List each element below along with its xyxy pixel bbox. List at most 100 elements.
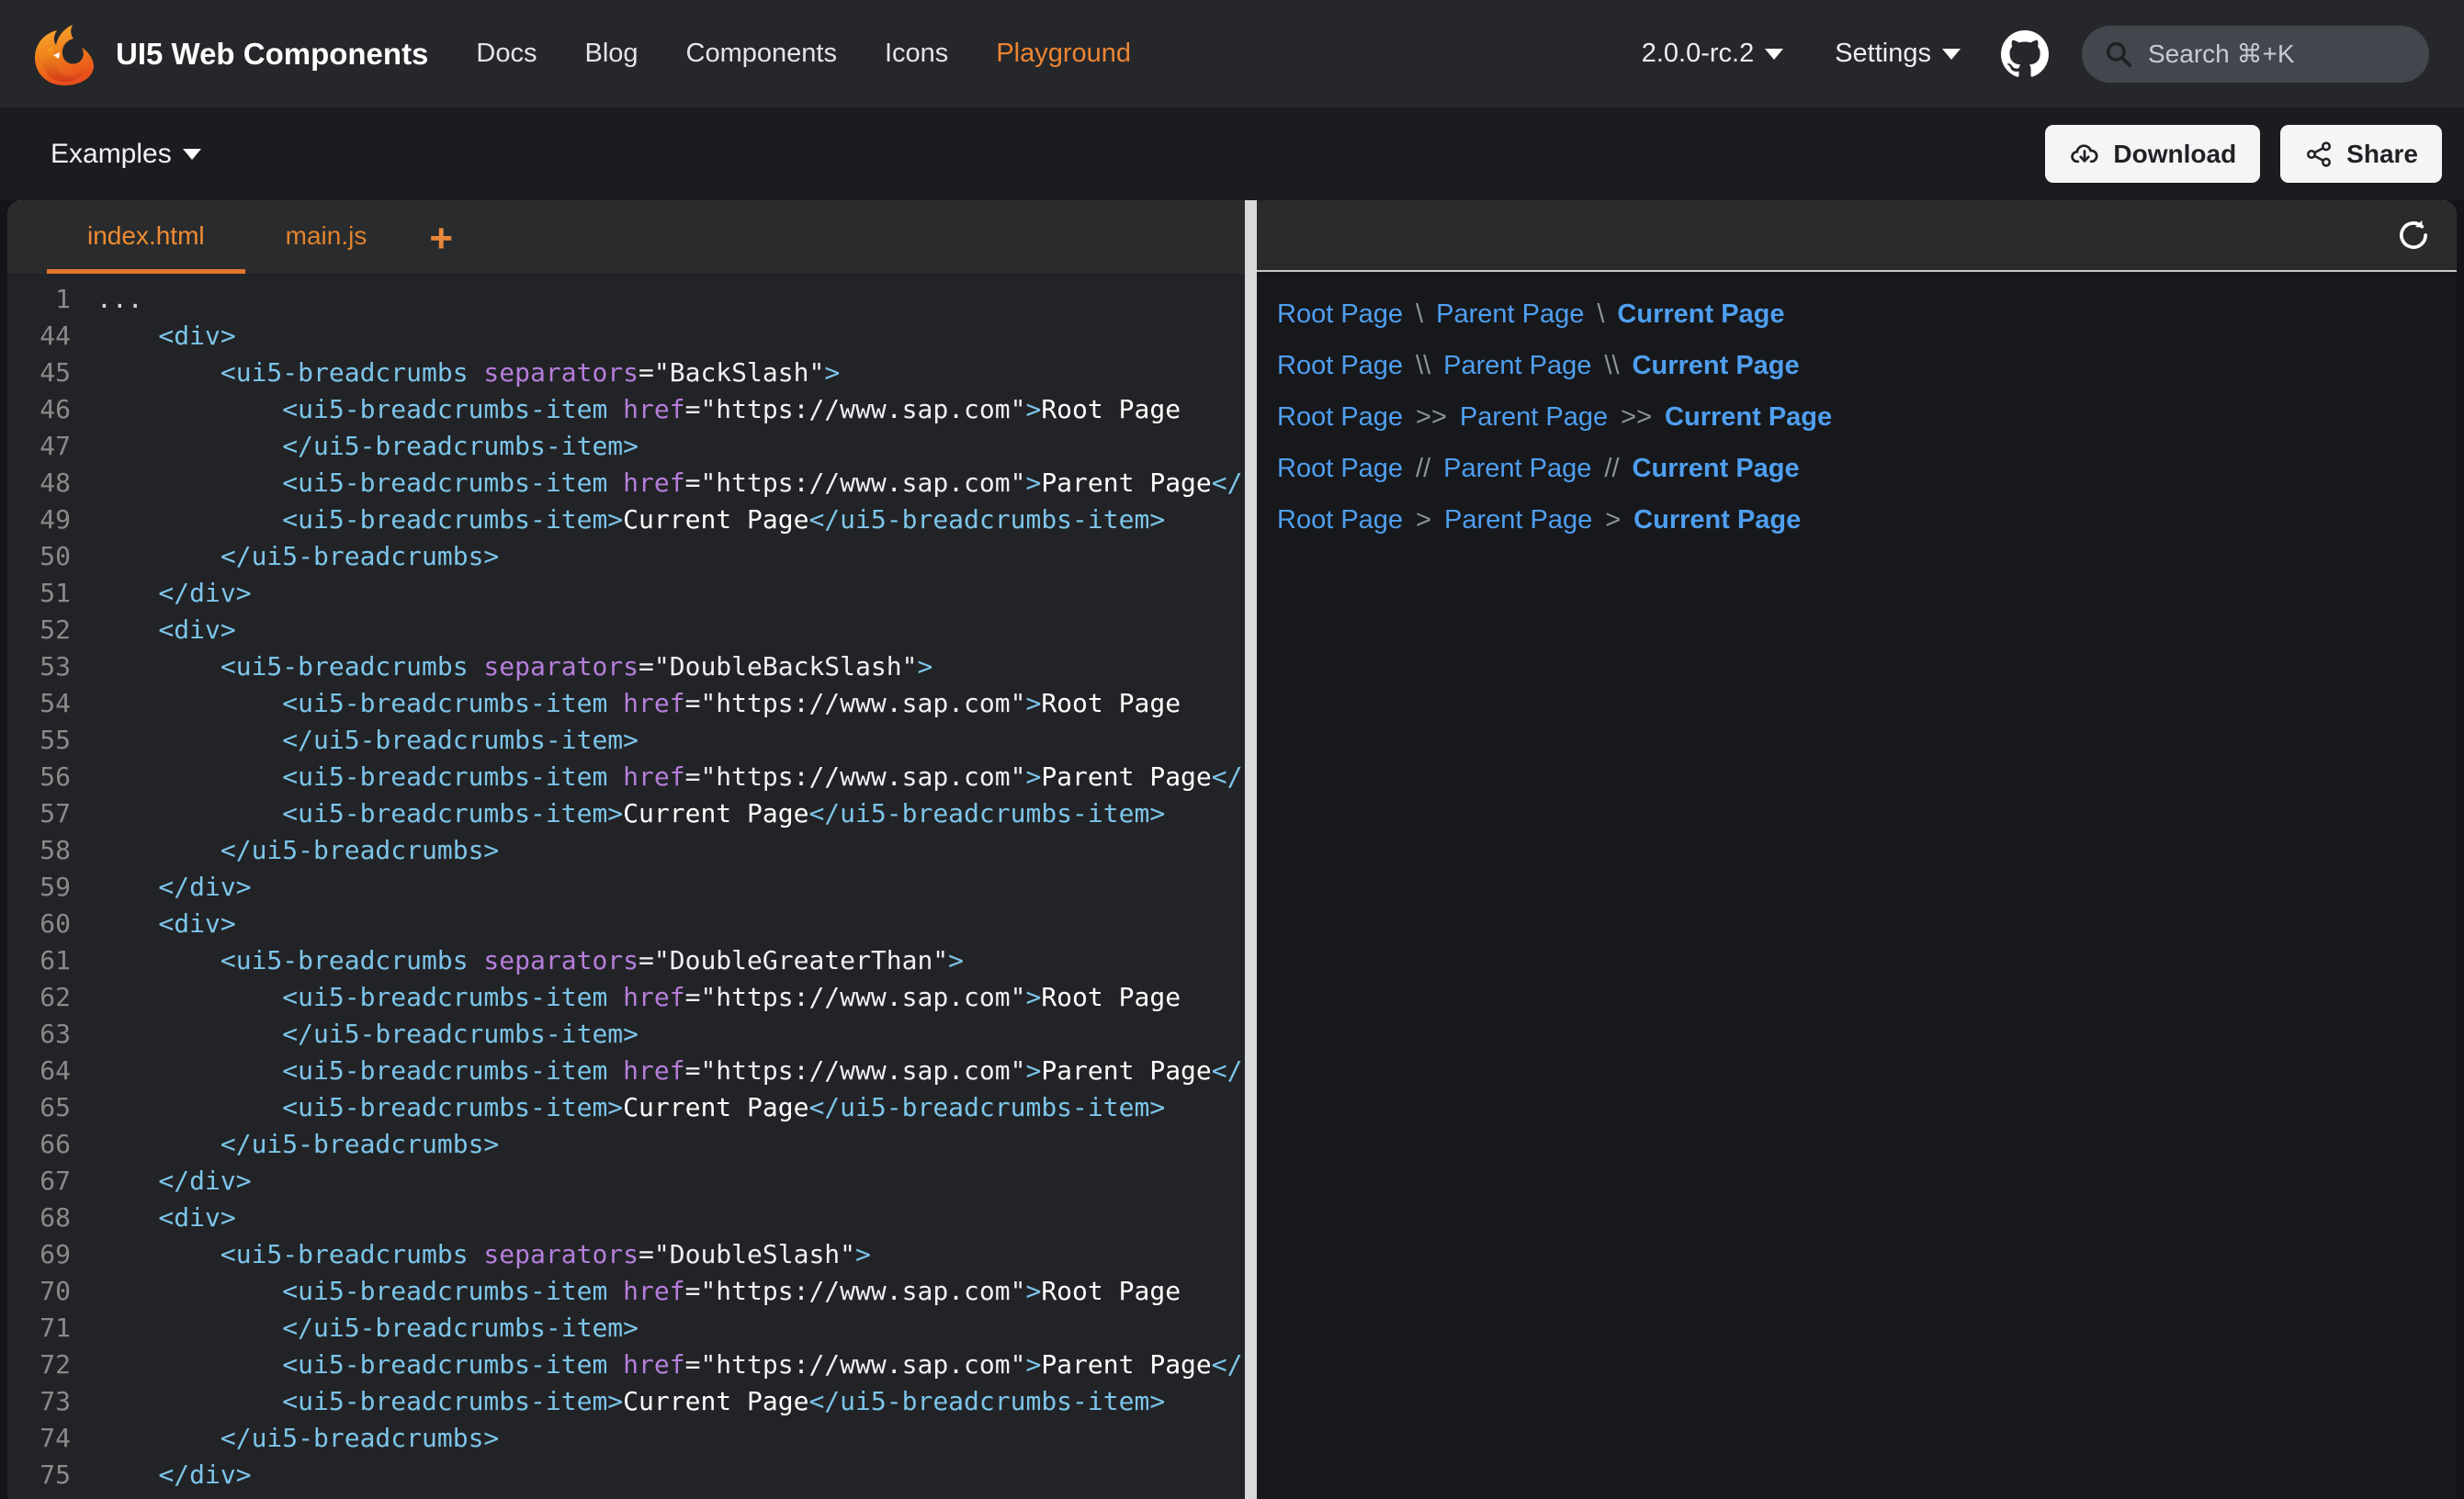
code-token-tag: </ui5-breadcrumbs-item> [1212,1349,1245,1380]
code-line: <ui5-breadcrumbs separators="BackSlash"> [96,355,1245,391]
breadcrumb-link[interactable]: Root Page [1277,454,1403,484]
code-line: </ui5-breadcrumbs> [96,832,1245,869]
code-token-tag: <ui5-breadcrumbs-item [96,394,607,424]
code-token-tag: </ui5-breadcrumbs-item> [96,725,639,755]
download-button[interactable]: Download [2045,125,2260,183]
playground-container: index.htmlmain.js+ 144454647484950515253… [7,200,2457,1499]
breadcrumb-link[interactable]: Root Page [1277,505,1403,535]
code-token-str: ="BackSlash" [639,357,824,388]
breadcrumb-link[interactable]: Parent Page [1443,351,1591,381]
nav-item-icons[interactable]: Icons [885,39,948,69]
breadcrumb-separator: >> [1416,402,1447,433]
code-token-attr: href [607,688,684,718]
line-number: 55 [7,722,71,759]
pane-splitter[interactable] [1245,200,1257,1499]
breadcrumb-separator: \\ [1604,351,1619,381]
code-token-tag: <ui5-breadcrumbs-item [96,1276,607,1306]
code-token-str: ="https://www.sap.com" [685,468,1026,498]
code-editor[interactable]: 1444546474849505152535455565758596061626… [7,274,1245,1499]
code-line: <div> [96,612,1245,648]
preview-content: Root Page\Parent Page\Current PageRoot P… [1257,272,2457,1499]
code-line: <ui5-breadcrumbs-item>Current Page</ui5-… [96,1089,1245,1126]
breadcrumb-current: Current Page [1617,299,1784,330]
breadcrumb-link[interactable]: Parent Page [1436,299,1584,330]
add-tab-button[interactable]: + [407,203,475,274]
code-line: <ui5-breadcrumbs separators="DoubleSlash… [96,1236,1245,1273]
code-token-tag: > [1025,688,1041,718]
code-token-tag: </div> [96,872,252,902]
code-token-tag: </ui5-breadcrumbs-item> [808,1092,1165,1122]
line-number: 67 [7,1163,71,1200]
code-line: </ui5-breadcrumbs> [96,1420,1245,1457]
code-line: <ui5-breadcrumbs-item href="https://www.… [96,1273,1245,1310]
settings-dropdown[interactable]: Settings [1835,39,1961,69]
code-token-tag: <div> [96,1202,236,1233]
code-token-tag: <ui5-breadcrumbs-item> [96,1386,623,1416]
code-token-tag: <ui5-breadcrumbs-item [96,1349,607,1380]
download-label: Download [2113,140,2236,169]
nav-item-blog[interactable]: Blog [585,39,639,69]
breadcrumbs-row: Root Page//Parent Page//Current Page [1277,443,2457,494]
search-input[interactable]: Search ⌘+K [2082,26,2429,83]
code-line: <ui5-breadcrumbs-item href="https://www.… [96,391,1245,428]
github-icon[interactable] [2001,30,2049,78]
examples-label: Examples [51,139,172,170]
code-token-tag: <ui5-breadcrumbs [96,1239,469,1269]
code-token-tag: </ui5-breadcrumbs-item> [808,504,1165,535]
nav-item-playground[interactable]: Playground [996,39,1131,69]
code-token-str: ="DoubleSlash" [639,1239,855,1269]
breadcrumb-separator: > [1416,505,1431,535]
breadcrumb-link[interactable]: Root Page [1277,402,1403,433]
refresh-icon[interactable] [2394,216,2433,254]
ui5-phoenix-logo-icon[interactable] [31,21,97,87]
code-token-tag: <div> [96,321,236,351]
chevron-down-icon [183,149,201,160]
code-token-attr: separators [469,945,639,975]
main-nav: Docs Blog Components Icons Playground [476,39,1131,69]
code-line: <div> [96,1200,1245,1236]
breadcrumb-link[interactable]: Parent Page [1460,402,1608,433]
breadcrumb-link[interactable]: Parent Page [1443,454,1591,484]
tab-main-js[interactable]: main.js [245,203,408,274]
code-token-tag: <ui5-breadcrumbs [96,651,469,682]
code-line: <ui5-breadcrumbs-item>Current Page</ui5-… [96,1383,1245,1420]
code-token-str: ="https://www.sap.com" [685,1276,1026,1306]
share-button[interactable]: Share [2280,125,2442,183]
code-token-tag: <div> [96,908,236,939]
line-number: 52 [7,612,71,648]
nav-item-docs[interactable]: Docs [476,39,537,69]
code-token-tag: </ui5-breadcrumbs-item> [1212,1055,1245,1086]
code-line: <ui5-breadcrumbs-item href="https://www.… [96,465,1245,502]
code-token-tag: <div> [96,614,236,645]
line-number: 58 [7,832,71,869]
breadcrumb-separator: \ [1416,299,1423,330]
code-token-attr: href [607,1055,684,1086]
nav-item-components[interactable]: Components [686,39,837,69]
code-token-tag: <ui5-breadcrumbs-item [96,761,607,792]
tab-index-html[interactable]: index.html [47,203,245,274]
breadcrumb-link[interactable]: Root Page [1277,299,1403,330]
code-token-tag: </ui5-breadcrumbs-item> [1212,468,1245,498]
code-line: </ui5-breadcrumbs-item> [96,1310,1245,1347]
code-line: </div> [96,1457,1245,1493]
preview-toolbar [1257,200,2457,272]
breadcrumb-link[interactable]: Parent Page [1444,505,1592,535]
code-token-tag: > [855,1239,871,1269]
breadcrumb-link[interactable]: Root Page [1277,351,1403,381]
code-line: ... [96,281,1245,318]
line-number: 59 [7,869,71,906]
version-dropdown[interactable]: 2.0.0-rc.2 [1642,39,1784,69]
line-number: 62 [7,979,71,1016]
code-token-tag: > [1025,468,1041,498]
line-number: 44 [7,318,71,355]
line-number: 74 [7,1420,71,1457]
code-line: </ui5-breadcrumbs-item> [96,722,1245,759]
line-number: 49 [7,502,71,538]
settings-label: Settings [1835,39,1931,69]
examples-dropdown[interactable]: Examples [51,139,201,170]
breadcrumb-separator: // [1604,454,1619,484]
line-number: 69 [7,1236,71,1273]
code-token-tag: <ui5-breadcrumbs-item [96,982,607,1012]
line-number: 45 [7,355,71,391]
code-token-attr: href [607,394,684,424]
